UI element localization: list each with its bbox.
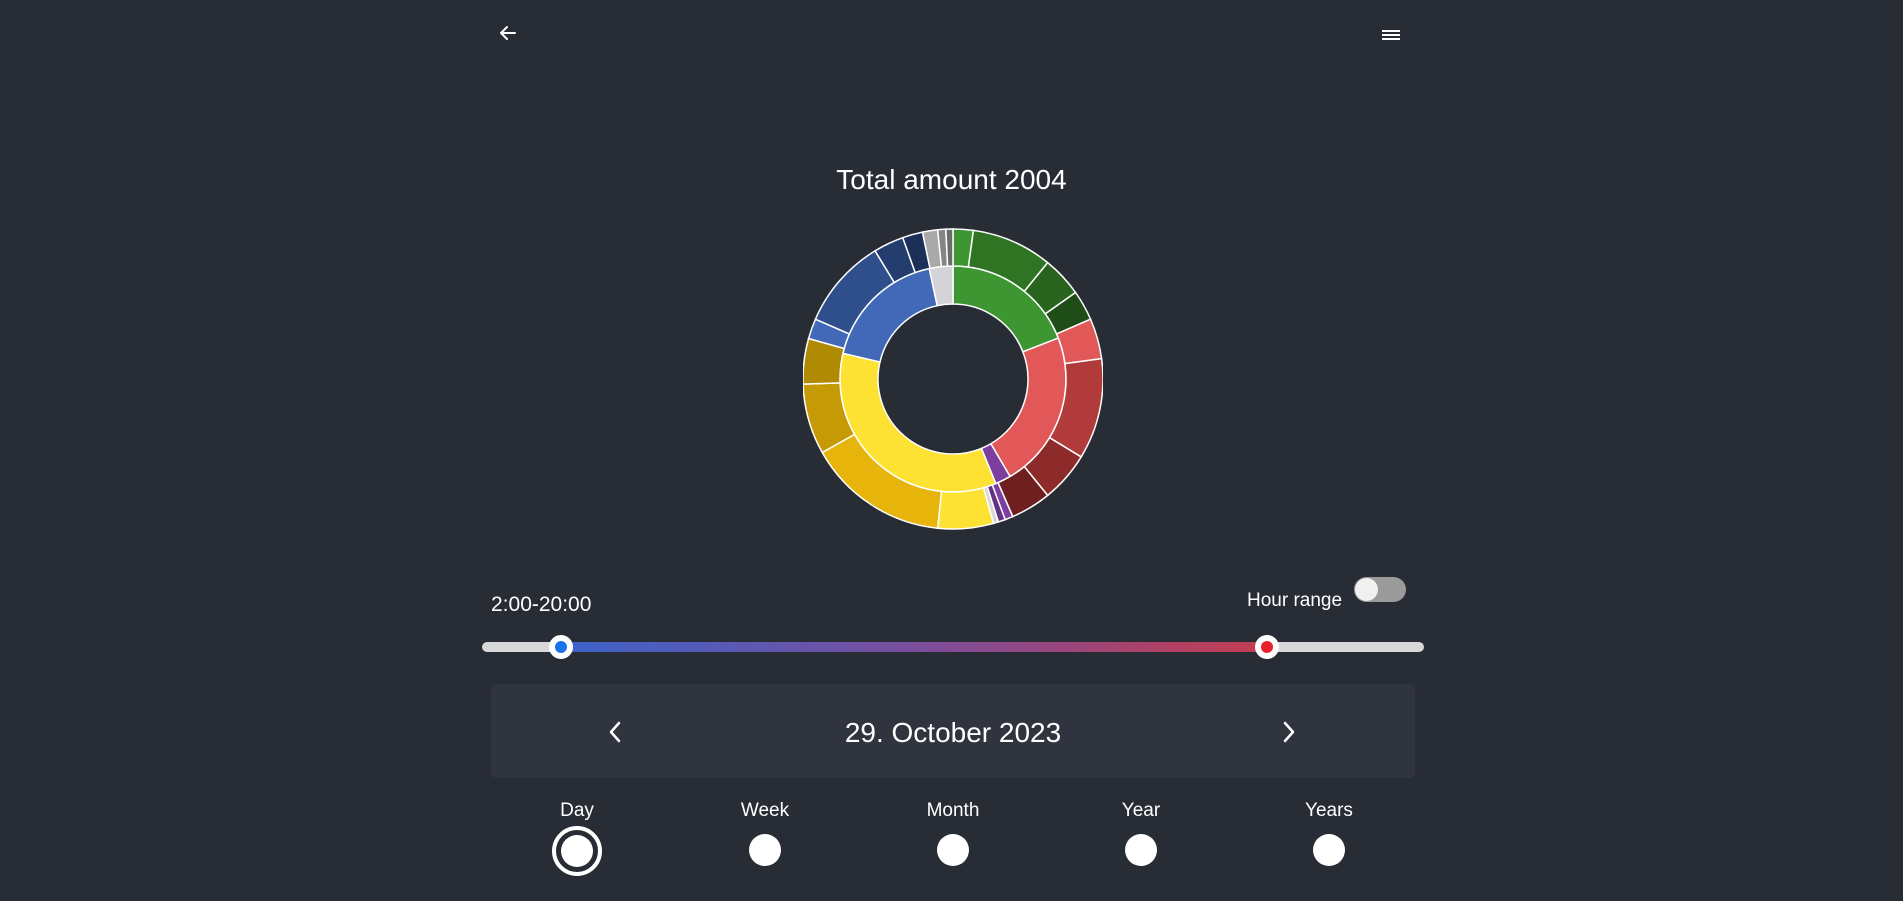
period-label: Year [1121,800,1161,821]
period-radio[interactable] [552,826,602,876]
period-option-year[interactable]: Year [1047,800,1235,890]
hour-range-slider[interactable] [482,635,1424,659]
back-button[interactable] [488,16,528,50]
slider-selected-range [560,642,1267,652]
hour-range-toggle[interactable] [1354,577,1406,602]
period-option-week[interactable]: Week [671,800,859,890]
hour-range-label: Hour range [1247,590,1343,611]
chevron-right-icon [1283,721,1295,743]
period-selector: Day Week Month Year Years [483,800,1423,890]
outer-segment[interactable] [945,228,954,267]
period-label: Years [1305,800,1353,821]
next-date-button[interactable] [1271,714,1307,750]
inner-ring [839,265,1067,493]
period-option-day[interactable]: Day [483,800,671,890]
period-option-month[interactable]: Month [859,800,1047,890]
chart-title: Total amount 2004 [836,164,1067,195]
slider-start-thumb[interactable] [548,635,573,659]
period-label: Month [926,800,980,821]
hour-range-value: 2:00-20:00 [491,593,592,616]
slider-end-thumb[interactable] [1255,635,1279,659]
hamburger-menu-icon [1382,30,1400,40]
outer-segment[interactable] [936,486,995,530]
date-navigator: 29. October 2023 [491,684,1415,778]
period-option-years[interactable]: Years [1235,800,1423,890]
period-radio[interactable] [1313,834,1345,866]
toggle-knob [1355,578,1378,601]
period-radio[interactable] [1125,834,1157,866]
period-radio[interactable] [937,834,969,866]
sunburst-chart [803,228,1103,530]
arrow-left-icon [500,26,516,40]
period-label: Day [560,800,594,821]
menu-button[interactable] [1371,18,1411,52]
period-label: Week [740,800,790,821]
period-radio[interactable] [749,834,781,866]
